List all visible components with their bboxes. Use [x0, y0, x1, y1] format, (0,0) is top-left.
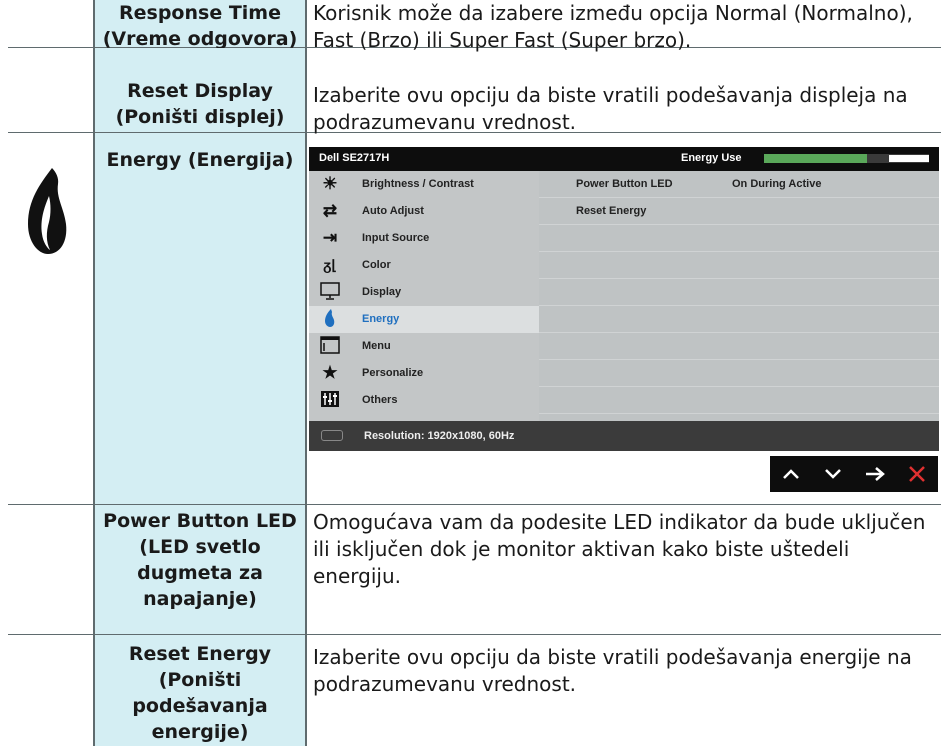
row-icon-cell — [8, 0, 94, 48]
input-source-icon: ⇥ — [322, 228, 338, 247]
osd-navigation-buttons — [770, 456, 938, 492]
menu-item-label: Menu — [362, 340, 391, 352]
menu-item-color[interactable]: ᵹ⌊ Color — [309, 252, 539, 279]
brightness-icon: ☀ — [322, 174, 338, 193]
energy-use-fill — [764, 154, 867, 163]
submenu-empty-row — [539, 333, 939, 360]
column-divider — [305, 0, 307, 746]
personalize-icon: ★ — [322, 363, 338, 382]
menu-icon — [319, 336, 341, 356]
osd-submenu: Power Button LED On During Active Reset … — [539, 171, 939, 421]
row-icon-cell — [8, 48, 94, 133]
up-arrow-icon[interactable] — [770, 456, 812, 492]
osd-status-bar: Resolution: 1920x1080, 60Hz — [309, 421, 939, 451]
setting-name: Reset Display (Poništi displej) — [115, 80, 285, 128]
menu-item-auto-adjust[interactable]: ⇄ Auto Adjust — [309, 198, 539, 225]
energy-flame-icon — [28, 168, 67, 254]
close-icon[interactable] — [896, 456, 938, 492]
submenu-empty-row — [539, 225, 939, 252]
row-icon-cell — [8, 635, 94, 746]
setting-name: Reset Energy (Poništi podešavanja energi… — [128, 643, 272, 743]
row-desc-cell: Omogućava vam da podesite LED indikator … — [306, 505, 941, 635]
right-arrow-icon[interactable] — [854, 456, 896, 492]
menu-item-others[interactable]: Others — [309, 387, 539, 414]
setting-description: Omogućava vam da podesite LED indikator … — [313, 510, 926, 588]
setting-description: Izaberite ovu opciju da biste vratili po… — [313, 83, 908, 134]
menu-item-label: Others — [362, 394, 398, 406]
submenu-reset-energy[interactable]: Reset Energy — [539, 198, 939, 225]
display-icon — [319, 282, 341, 302]
row-desc-cell: Izaberite ovu opciju da biste vratili po… — [306, 48, 941, 134]
column-divider — [93, 0, 95, 746]
menu-item-label: Brightness / Contrast — [362, 178, 474, 190]
submenu-label: Power Button LED — [576, 178, 673, 190]
row-name-cell: Energy (Energija) — [94, 133, 306, 505]
menu-item-label: Energy — [362, 313, 400, 325]
submenu-empty-row — [539, 306, 939, 333]
osd-menu-screenshot: Dell SE2717H Energy Use ☀ Brightness / C… — [309, 147, 939, 451]
submenu-empty-row — [539, 360, 939, 387]
setting-description: Izaberite ovu opciju da biste vratili po… — [313, 645, 912, 696]
row-icon-cell — [8, 505, 94, 635]
submenu-label: Reset Energy — [576, 205, 647, 217]
row-name-cell: Reset Display (Poništi displej) — [94, 48, 306, 133]
color-icon: ᵹ⌊ — [323, 257, 337, 273]
submenu-empty-row — [539, 387, 939, 414]
energy-use-bar — [764, 154, 929, 163]
menu-item-label: Input Source — [362, 232, 430, 244]
osd-title-bar: Dell SE2717H Energy Use — [309, 147, 939, 171]
menu-item-label: Auto Adjust — [362, 205, 424, 217]
menu-item-display[interactable]: Display — [309, 279, 539, 306]
menu-item-personalize[interactable]: ★ Personalize — [309, 360, 539, 387]
setting-name: Power Button LED (LED svetlo dugmeta za … — [103, 510, 297, 610]
energy-use-marker — [889, 155, 929, 162]
energy-icon — [319, 309, 341, 329]
monitor-model: Dell SE2717H — [319, 152, 390, 164]
auto-adjust-icon: ⇄ — [322, 201, 338, 220]
submenu-empty-row — [539, 279, 939, 306]
vga-connector-icon — [321, 430, 343, 441]
others-icon — [319, 390, 341, 410]
menu-item-energy[interactable]: Energy — [309, 306, 539, 333]
row-desc-cell: Izaberite ovu opciju da biste vratili po… — [306, 635, 941, 746]
menu-item-input-source[interactable]: ⇥ Input Source — [309, 225, 539, 252]
row-name-cell: Power Button LED (LED svetlo dugmeta za … — [94, 505, 306, 635]
menu-item-brightness-contrast[interactable]: ☀ Brightness / Contrast — [309, 171, 539, 198]
row-name-cell: Response Time (Vreme odgovora) — [94, 0, 306, 50]
submenu-empty-row — [539, 252, 939, 279]
down-arrow-icon[interactable] — [812, 456, 854, 492]
setting-description: Korisnik može da izabere između opcija N… — [313, 1, 913, 52]
resolution-status: Resolution: 1920x1080, 60Hz — [364, 430, 515, 442]
submenu-power-button-led[interactable]: Power Button LED On During Active — [539, 171, 939, 198]
setting-name: Response Time (Vreme odgovora) — [102, 2, 298, 50]
energy-use-label: Energy Use — [681, 152, 742, 164]
row-desc-cell: Korisnik može da izabere između opcija N… — [306, 0, 941, 52]
osd-main-menu: ☀ Brightness / Contrast ⇄ Auto Adjust ⇥ … — [309, 171, 539, 421]
setting-name: Energy (Energija) — [106, 149, 294, 171]
menu-item-label: Personalize — [362, 367, 424, 379]
menu-item-label: Display — [362, 286, 402, 298]
submenu-value: On During Active — [732, 178, 822, 190]
menu-item-label: Color — [362, 259, 391, 271]
menu-item-menu[interactable]: Menu — [309, 333, 539, 360]
row-name-cell: Reset Energy (Poništi podešavanja energi… — [94, 635, 306, 746]
